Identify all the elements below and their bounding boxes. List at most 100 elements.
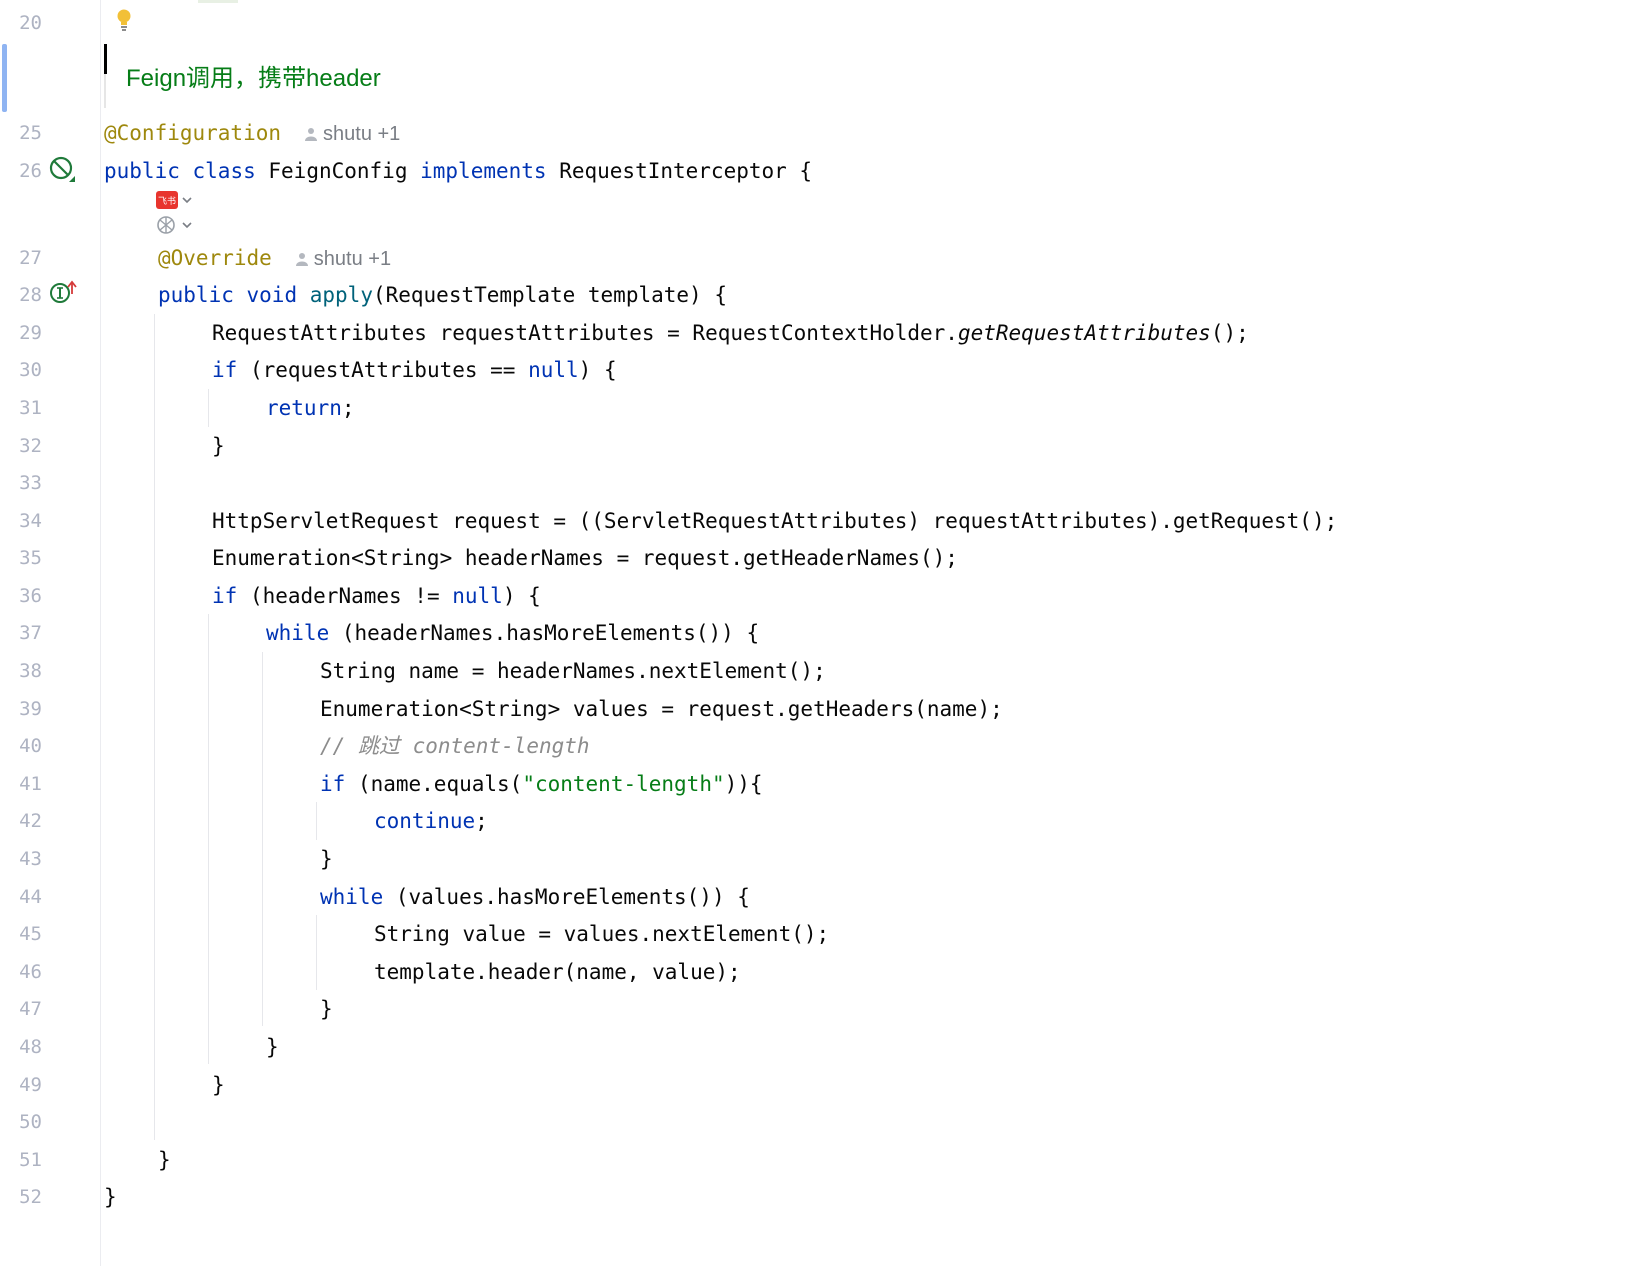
line-number: 38: [19, 660, 42, 682]
line-number: 48: [19, 1036, 42, 1058]
code-line-28[interactable]: 28 public void apply(RequestTemplate tem…: [0, 276, 1626, 314]
code-text: if (requestAttributes == null) {: [212, 358, 617, 382]
line-number: 35: [19, 547, 42, 569]
code-text: public class FeignConfig implements Requ…: [104, 159, 813, 183]
code-line-38[interactable]: 38 String name = headerNames.nextElement…: [0, 652, 1626, 690]
code-line-25[interactable]: 25 @Configuration shutu +1: [0, 114, 1626, 152]
code-text: if (name.equals("content-length")){: [320, 772, 763, 796]
code-text: while (values.hasMoreElements()) {: [320, 885, 750, 909]
line-number: 49: [19, 1074, 42, 1096]
code-text: Enumeration<String> headerNames = reques…: [212, 546, 958, 570]
code-line-26[interactable]: 26 public class FeignConfig implements R…: [0, 152, 1626, 190]
code-line-46[interactable]: 46 template.header(name, value);: [0, 953, 1626, 991]
code-line-48[interactable]: 48 }: [0, 1028, 1626, 1066]
vcs-change-marker[interactable]: [2, 44, 7, 112]
text-caret: [104, 44, 107, 74]
line-number: 52: [19, 1186, 42, 1208]
code-line-43[interactable]: 43 }: [0, 840, 1626, 878]
code-line-52[interactable]: 52 }: [0, 1178, 1626, 1216]
code-line-37[interactable]: 37 while (headerNames.hasMoreElements())…: [0, 614, 1626, 652]
line-number: 46: [19, 961, 42, 983]
line-number: 41: [19, 773, 42, 795]
code-line-27[interactable]: 27 @Override shutu +1: [0, 239, 1626, 277]
no-usage-icon[interactable]: [49, 156, 77, 188]
line-number: 34: [19, 510, 42, 532]
code-text: String value = values.nextElement();: [374, 922, 830, 946]
line-number: 29: [19, 322, 42, 344]
line-number: 42: [19, 810, 42, 832]
code-text: }: [212, 434, 225, 458]
code-line-35[interactable]: 35 Enumeration<String> headerNames = req…: [0, 539, 1626, 577]
code-line-41[interactable]: 41 if (name.equals("content-length")){: [0, 765, 1626, 803]
code-text: }: [104, 1185, 117, 1209]
line-number: 39: [19, 698, 42, 720]
author-inlay-hint[interactable]: shutu +1: [295, 248, 391, 270]
code-line-33[interactable]: 33: [0, 464, 1626, 502]
author-inlay-hint[interactable]: shutu +1: [305, 123, 400, 145]
line-number: 51: [19, 1149, 42, 1171]
code-line-44[interactable]: 44 while (values.hasMoreElements()) {: [0, 878, 1626, 916]
line-number: 44: [19, 886, 42, 908]
user-icon: [295, 253, 308, 266]
code-comment: // 跳过 content-length: [320, 734, 590, 758]
lightbulb-icon[interactable]: [116, 8, 132, 36]
line-number: 25: [19, 122, 42, 144]
code-text: @Configuration shutu +1: [104, 121, 401, 145]
line-number: 33: [19, 472, 42, 494]
code-text: }: [158, 1148, 171, 1172]
ai-assistant-icon[interactable]: [156, 214, 196, 240]
code-text: return;: [266, 396, 355, 420]
code-text: }: [320, 847, 333, 871]
code-line-34[interactable]: 34 HttpServletRequest request = ((Servle…: [0, 502, 1626, 540]
line-number: 30: [19, 359, 42, 381]
feishu-plugin-icon[interactable]: 飞书: [156, 190, 196, 214]
code-line-31[interactable]: 31 return;: [0, 389, 1626, 427]
code-line-32[interactable]: 32 }: [0, 427, 1626, 465]
line-number: 50: [19, 1111, 42, 1133]
fold-marker: [198, 0, 238, 3]
code-line-30[interactable]: 30 if (requestAttributes == null) {: [0, 351, 1626, 389]
code-text: if (headerNames != null) {: [212, 584, 541, 608]
line-number: 40: [19, 735, 42, 757]
code-text: String name = headerNames.nextElement();: [320, 659, 826, 683]
code-text: public void apply(RequestTemplate templa…: [158, 283, 727, 307]
code-line-42[interactable]: 42 continue;: [0, 802, 1626, 840]
code-line-39[interactable]: 39 Enumeration<String> values = request.…: [0, 690, 1626, 728]
code-text: while (headerNames.hasMoreElements()) {: [266, 621, 760, 645]
code-text: template.header(name, value);: [374, 960, 741, 984]
code-text: @Override shutu +1: [158, 246, 392, 270]
code-text: }: [212, 1073, 225, 1097]
line-number: 31: [19, 397, 42, 419]
code-line-29[interactable]: 29 RequestAttributes requestAttributes =…: [0, 314, 1626, 352]
code-line-47[interactable]: 47 }: [0, 990, 1626, 1028]
rendered-doc-comment[interactable]: Feign调用，携带header: [104, 44, 906, 108]
code-line-45[interactable]: 45 String value = values.nextElement();: [0, 915, 1626, 953]
code-text: Enumeration<String> values = request.get…: [320, 697, 1003, 721]
code-line-36[interactable]: 36 if (headerNames != null) {: [0, 577, 1626, 615]
code-line-51[interactable]: 51 }: [0, 1141, 1626, 1179]
code-text: }: [266, 1035, 279, 1059]
code-line-20[interactable]: 20: [0, 4, 1626, 42]
line-number: 45: [19, 923, 42, 945]
code-line-49[interactable]: 49 }: [0, 1066, 1626, 1104]
code-text: }: [320, 997, 333, 1021]
code-editor[interactable]: 20 Feign调用，携带header 25 @Configuration shu…: [0, 0, 1626, 1266]
line-number: 32: [19, 435, 42, 457]
line-number: 28: [19, 284, 42, 306]
plugin-label: 飞书: [158, 196, 176, 207]
doc-comment-text: Feign调用，携带header: [126, 65, 381, 92]
code-text: continue;: [374, 809, 488, 833]
line-number: 20: [19, 12, 42, 34]
code-line-40[interactable]: 40 // 跳过 content-length: [0, 727, 1626, 765]
line-number: 47: [19, 998, 42, 1020]
line-number: 43: [19, 848, 42, 870]
implements-method-icon[interactable]: [49, 280, 77, 310]
code-line-50[interactable]: 50: [0, 1103, 1626, 1141]
line-number: 26: [19, 160, 42, 182]
user-icon: [305, 128, 318, 141]
code-text: HttpServletRequest request = ((ServletRe…: [212, 509, 1338, 533]
line-number: 36: [19, 585, 42, 607]
code-text: RequestAttributes requestAttributes = Re…: [212, 321, 1249, 345]
line-number: 37: [19, 622, 42, 644]
line-number: 27: [19, 247, 42, 269]
